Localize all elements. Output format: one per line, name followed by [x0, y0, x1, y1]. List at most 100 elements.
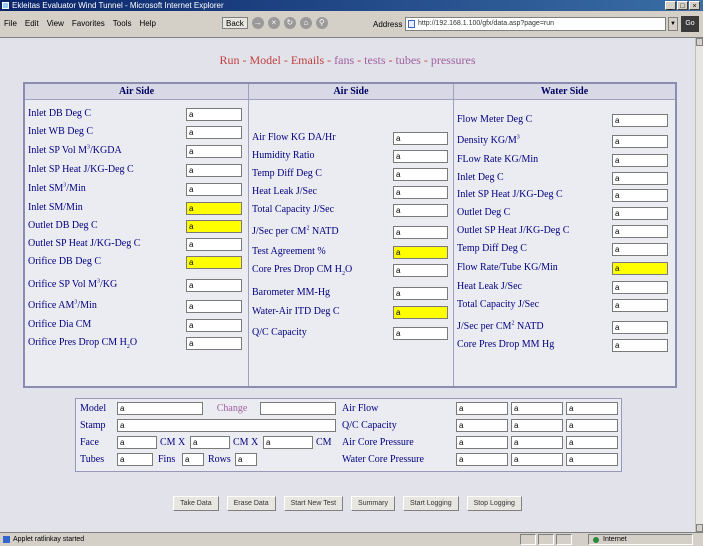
measurement-input[interactable]: a	[612, 207, 668, 220]
nav-tubes[interactable]: tubes	[396, 53, 421, 67]
menu-view[interactable]: View	[47, 19, 64, 28]
measurement-label: Outlet SP Heat J/KG-Deg C	[457, 225, 570, 236]
go-button[interactable]: Go	[681, 16, 699, 32]
measurement-input[interactable]: a	[393, 226, 448, 239]
address-dropdown-icon[interactable]: ▼	[668, 17, 678, 31]
measurement-row: Flow Meter Deg C a	[457, 114, 671, 127]
model-extra-field[interactable]	[260, 402, 336, 415]
measurement-input[interactable]: a	[612, 114, 668, 127]
measurement-input[interactable]: a	[186, 279, 242, 292]
stop-logging-button[interactable]: Stop Logging	[466, 496, 522, 511]
measurement-input[interactable]: a	[393, 264, 448, 277]
measurement-input[interactable]: a	[186, 220, 242, 233]
measurement-row: Outlet DB Deg C a	[28, 220, 245, 233]
back-button[interactable]: Back	[222, 17, 248, 29]
address-bar[interactable]: http://192.168.1.100/gfx/data.asp?page=r…	[405, 17, 666, 31]
start-logging-button[interactable]: Start Logging	[402, 496, 459, 511]
nav-fans[interactable]: fans	[334, 53, 354, 67]
measurement-input[interactable]: a	[612, 189, 668, 202]
measurement-input[interactable]: a	[393, 150, 448, 163]
summary-input[interactable]: a	[511, 402, 563, 415]
summary-input[interactable]: a	[511, 453, 563, 466]
measurement-input[interactable]: a	[186, 164, 242, 177]
nav-tests[interactable]: tests	[364, 53, 385, 67]
summary-input[interactable]: a	[456, 436, 508, 449]
nav-model[interactable]: Model	[250, 53, 281, 67]
summary-input[interactable]: a	[456, 419, 508, 432]
measurement-row: Humidity Ratio a	[252, 150, 451, 163]
face-field-1[interactable]: a	[117, 436, 157, 449]
measurement-input[interactable]: a	[186, 145, 242, 158]
scroll-up-icon[interactable]	[696, 38, 703, 46]
summary-input[interactable]: a	[566, 453, 618, 466]
search-icon[interactable]: ⚲	[315, 17, 328, 29]
measurement-input[interactable]: a	[612, 225, 668, 238]
summary-input[interactable]: a	[566, 419, 618, 432]
measurement-input[interactable]: a	[393, 132, 448, 145]
measurement-input[interactable]: a	[186, 126, 242, 139]
menu-bar: File Edit View Favorites Tools Help	[4, 19, 156, 28]
measurement-input[interactable]: a	[393, 327, 448, 340]
maximize-button[interactable]: □	[677, 1, 688, 10]
nav-pressures[interactable]: pressures	[431, 53, 476, 67]
measurement-input[interactable]: a	[612, 243, 668, 256]
face-field-2[interactable]: a	[190, 436, 230, 449]
measurement-label: J/Sec per CM2 NATD	[252, 225, 339, 237]
menu-favorites[interactable]: Favorites	[72, 19, 105, 28]
measurement-input[interactable]: a	[612, 262, 668, 275]
start-new-test-button[interactable]: Start New Test	[283, 496, 344, 511]
change-link[interactable]: Change	[204, 403, 260, 415]
summary-input[interactable]: a	[511, 419, 563, 432]
menu-edit[interactable]: Edit	[25, 19, 39, 28]
measurement-input[interactable]: a	[612, 135, 668, 148]
measurement-input[interactable]: a	[612, 172, 668, 185]
measurement-input[interactable]: a	[393, 287, 448, 300]
measurement-input[interactable]: a	[393, 204, 448, 217]
close-button[interactable]: ×	[689, 1, 700, 10]
tubes-field[interactable]: a	[117, 453, 153, 466]
refresh-icon[interactable]: ↻	[283, 17, 296, 29]
measurement-input[interactable]: a	[612, 299, 668, 312]
measurement-input[interactable]: a	[612, 321, 668, 334]
menu-file[interactable]: File	[4, 19, 17, 28]
measurement-input[interactable]: a	[186, 238, 242, 251]
measurement-input[interactable]: a	[186, 183, 242, 196]
face-field-3[interactable]: a	[263, 436, 313, 449]
menu-help[interactable]: Help	[139, 19, 155, 28]
model-field[interactable]: a	[117, 402, 203, 415]
measurement-input[interactable]: a	[186, 319, 242, 332]
measurement-input[interactable]: a	[612, 339, 668, 352]
summary-input[interactable]: a	[456, 453, 508, 466]
fins-field[interactable]: a	[182, 453, 204, 466]
measurement-input[interactable]: a	[612, 281, 668, 294]
rows-field[interactable]: a	[235, 453, 257, 466]
nav-emails[interactable]: Emails	[291, 53, 324, 67]
measurement-input[interactable]: a	[186, 202, 242, 215]
measurement-input[interactable]: a	[186, 300, 242, 313]
measurement-input[interactable]: a	[393, 306, 448, 319]
summary-button[interactable]: Summary	[351, 496, 395, 511]
measurement-input[interactable]: a	[612, 154, 668, 167]
nav-run[interactable]: Run	[219, 53, 239, 67]
home-icon[interactable]: ⌂	[299, 17, 312, 29]
summary-input[interactable]: a	[456, 402, 508, 415]
measurement-input[interactable]: a	[393, 186, 448, 199]
measurement-input[interactable]: a	[186, 108, 242, 121]
stamp-field[interactable]: a	[117, 419, 336, 432]
vertical-scrollbar[interactable]	[695, 38, 703, 532]
erase-data-button[interactable]: Erase Data	[226, 496, 276, 511]
take-data-button[interactable]: Take Data	[173, 496, 219, 511]
window-title: Ekleitas Evaluator Wind Tunnel - Microso…	[12, 1, 224, 10]
stop-icon[interactable]: ×	[267, 17, 280, 29]
measurement-input[interactable]: a	[393, 246, 448, 259]
scroll-down-icon[interactable]	[696, 524, 703, 532]
summary-input[interactable]: a	[566, 436, 618, 449]
measurement-input[interactable]: a	[393, 168, 448, 181]
minimize-button[interactable]: _	[665, 1, 676, 10]
measurement-input[interactable]: a	[186, 337, 242, 350]
measurement-input[interactable]: a	[186, 256, 242, 269]
summary-input[interactable]: a	[511, 436, 563, 449]
summary-input[interactable]: a	[566, 402, 618, 415]
menu-tools[interactable]: Tools	[113, 19, 132, 28]
forward-icon[interactable]: →	[251, 17, 264, 29]
